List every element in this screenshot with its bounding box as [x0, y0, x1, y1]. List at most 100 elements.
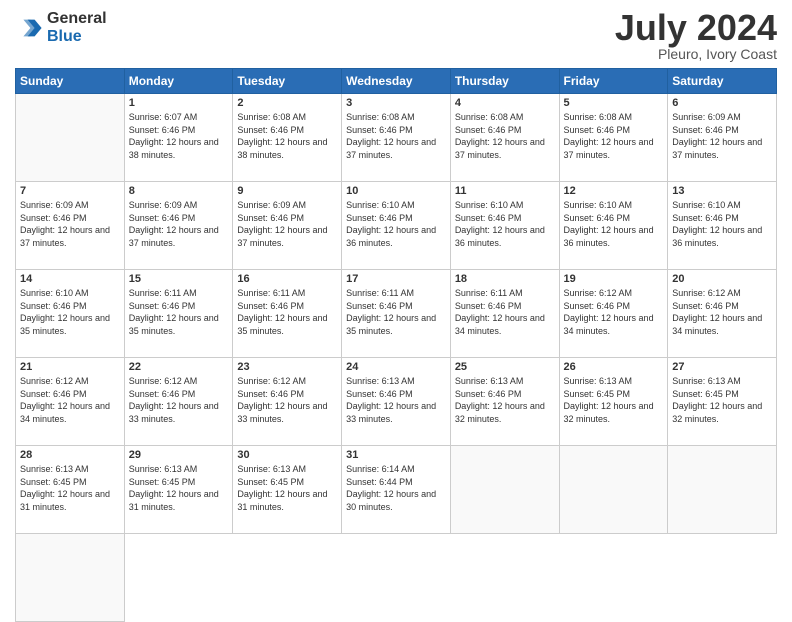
day-info: Sunrise: 6:13 AM Sunset: 6:46 PM Dayligh… [346, 375, 446, 425]
day-info: Sunrise: 6:08 AM Sunset: 6:46 PM Dayligh… [346, 111, 446, 161]
day-number: 27 [672, 361, 772, 373]
sunset-label: Sunset: 6:46 PM [20, 301, 87, 311]
sunset-label: Sunset: 6:46 PM [346, 125, 413, 135]
day-number: 7 [20, 185, 120, 197]
day-number: 14 [20, 273, 120, 285]
table-row: 14 Sunrise: 6:10 AM Sunset: 6:46 PM Dayl… [16, 270, 125, 358]
daylight-label: Daylight: 12 hours and 33 minutes. [346, 401, 436, 424]
sunset-label: Sunset: 6:46 PM [346, 389, 413, 399]
sunrise-label: Sunrise: 6:13 AM [237, 464, 306, 474]
sunset-label: Sunset: 6:46 PM [237, 125, 304, 135]
daylight-label: Daylight: 12 hours and 37 minutes. [129, 225, 219, 248]
table-row: 31 Sunrise: 6:14 AM Sunset: 6:44 PM Dayl… [342, 446, 451, 534]
sunset-label: Sunset: 6:46 PM [564, 301, 631, 311]
day-info: Sunrise: 6:13 AM Sunset: 6:45 PM Dayligh… [672, 375, 772, 425]
daylight-label: Daylight: 12 hours and 31 minutes. [237, 489, 327, 512]
day-number: 23 [237, 361, 337, 373]
day-info: Sunrise: 6:11 AM Sunset: 6:46 PM Dayligh… [455, 287, 555, 337]
sunset-label: Sunset: 6:45 PM [237, 477, 304, 487]
sunset-label: Sunset: 6:45 PM [564, 389, 631, 399]
day-info: Sunrise: 6:13 AM Sunset: 6:45 PM Dayligh… [237, 463, 337, 513]
header-friday: Friday [559, 69, 668, 94]
day-number: 20 [672, 273, 772, 285]
daylight-label: Daylight: 12 hours and 37 minutes. [20, 225, 110, 248]
day-info: Sunrise: 6:11 AM Sunset: 6:46 PM Dayligh… [237, 287, 337, 337]
table-row: 15 Sunrise: 6:11 AM Sunset: 6:46 PM Dayl… [124, 270, 233, 358]
weekday-header-row: Sunday Monday Tuesday Wednesday Thursday… [16, 69, 777, 94]
title-location: Pleuro, Ivory Coast [615, 46, 777, 62]
day-info: Sunrise: 6:09 AM Sunset: 6:46 PM Dayligh… [20, 199, 120, 249]
calendar-row [16, 534, 777, 622]
header-sunday: Sunday [16, 69, 125, 94]
calendar-table: Sunday Monday Tuesday Wednesday Thursday… [15, 68, 777, 622]
day-info: Sunrise: 6:12 AM Sunset: 6:46 PM Dayligh… [129, 375, 229, 425]
daylight-label: Daylight: 12 hours and 37 minutes. [237, 225, 327, 248]
table-row: 16 Sunrise: 6:11 AM Sunset: 6:46 PM Dayl… [233, 270, 342, 358]
table-row: 1 Sunrise: 6:07 AM Sunset: 6:46 PM Dayli… [124, 94, 233, 182]
sunrise-label: Sunrise: 6:11 AM [346, 288, 414, 298]
sunset-label: Sunset: 6:46 PM [455, 389, 522, 399]
table-row: 21 Sunrise: 6:12 AM Sunset: 6:46 PM Dayl… [16, 358, 125, 446]
daylight-label: Daylight: 12 hours and 34 minutes. [672, 313, 762, 336]
sunrise-label: Sunrise: 6:10 AM [346, 200, 415, 210]
day-number: 19 [564, 273, 664, 285]
day-info: Sunrise: 6:13 AM Sunset: 6:45 PM Dayligh… [564, 375, 664, 425]
table-row: 12 Sunrise: 6:10 AM Sunset: 6:46 PM Dayl… [559, 182, 668, 270]
sunset-label: Sunset: 6:46 PM [346, 213, 413, 223]
daylight-label: Daylight: 12 hours and 35 minutes. [346, 313, 436, 336]
header-tuesday: Tuesday [233, 69, 342, 94]
sunrise-label: Sunrise: 6:09 AM [672, 112, 741, 122]
daylight-label: Daylight: 12 hours and 36 minutes. [564, 225, 654, 248]
day-info: Sunrise: 6:08 AM Sunset: 6:46 PM Dayligh… [237, 111, 337, 161]
day-info: Sunrise: 6:12 AM Sunset: 6:46 PM Dayligh… [672, 287, 772, 337]
daylight-label: Daylight: 12 hours and 37 minutes. [564, 137, 654, 160]
daylight-label: Daylight: 12 hours and 33 minutes. [129, 401, 219, 424]
sunrise-label: Sunrise: 6:11 AM [129, 288, 197, 298]
day-number: 13 [672, 185, 772, 197]
day-info: Sunrise: 6:13 AM Sunset: 6:46 PM Dayligh… [455, 375, 555, 425]
table-row: 25 Sunrise: 6:13 AM Sunset: 6:46 PM Dayl… [450, 358, 559, 446]
calendar-row: 7 Sunrise: 6:09 AM Sunset: 6:46 PM Dayli… [16, 182, 777, 270]
sunrise-label: Sunrise: 6:13 AM [346, 376, 415, 386]
day-number: 8 [129, 185, 229, 197]
day-number: 24 [346, 361, 446, 373]
table-row: 28 Sunrise: 6:13 AM Sunset: 6:45 PM Dayl… [16, 446, 125, 534]
sunrise-label: Sunrise: 6:10 AM [672, 200, 741, 210]
table-row: 11 Sunrise: 6:10 AM Sunset: 6:46 PM Dayl… [450, 182, 559, 270]
title-month: July 2024 [615, 10, 777, 46]
day-number: 30 [237, 449, 337, 461]
day-number: 26 [564, 361, 664, 373]
daylight-label: Daylight: 12 hours and 34 minutes. [455, 313, 545, 336]
sunset-label: Sunset: 6:46 PM [237, 301, 304, 311]
day-info: Sunrise: 6:12 AM Sunset: 6:46 PM Dayligh… [564, 287, 664, 337]
sunrise-label: Sunrise: 6:12 AM [237, 376, 306, 386]
sunset-label: Sunset: 6:46 PM [20, 389, 87, 399]
daylight-label: Daylight: 12 hours and 35 minutes. [129, 313, 219, 336]
sunset-label: Sunset: 6:46 PM [455, 213, 522, 223]
day-number: 31 [346, 449, 446, 461]
daylight-label: Daylight: 12 hours and 32 minutes. [672, 401, 762, 424]
daylight-label: Daylight: 12 hours and 36 minutes. [346, 225, 436, 248]
sunrise-label: Sunrise: 6:08 AM [455, 112, 524, 122]
sunset-label: Sunset: 6:46 PM [346, 301, 413, 311]
day-number: 29 [129, 449, 229, 461]
sunset-label: Sunset: 6:46 PM [672, 213, 739, 223]
sunset-label: Sunset: 6:46 PM [129, 125, 196, 135]
day-info: Sunrise: 6:10 AM Sunset: 6:46 PM Dayligh… [346, 199, 446, 249]
sunrise-label: Sunrise: 6:09 AM [20, 200, 89, 210]
sunrise-label: Sunrise: 6:12 AM [672, 288, 741, 298]
sunset-label: Sunset: 6:46 PM [237, 213, 304, 223]
day-info: Sunrise: 6:10 AM Sunset: 6:46 PM Dayligh… [455, 199, 555, 249]
table-row: 8 Sunrise: 6:09 AM Sunset: 6:46 PM Dayli… [124, 182, 233, 270]
daylight-label: Daylight: 12 hours and 35 minutes. [20, 313, 110, 336]
sunrise-label: Sunrise: 6:12 AM [564, 288, 633, 298]
sunset-label: Sunset: 6:46 PM [129, 389, 196, 399]
sunrise-label: Sunrise: 6:13 AM [20, 464, 89, 474]
sunset-label: Sunset: 6:46 PM [455, 125, 522, 135]
table-row: 10 Sunrise: 6:10 AM Sunset: 6:46 PM Dayl… [342, 182, 451, 270]
daylight-label: Daylight: 12 hours and 34 minutes. [564, 313, 654, 336]
daylight-label: Daylight: 12 hours and 32 minutes. [455, 401, 545, 424]
table-row: 3 Sunrise: 6:08 AM Sunset: 6:46 PM Dayli… [342, 94, 451, 182]
sunset-label: Sunset: 6:46 PM [672, 125, 739, 135]
sunrise-label: Sunrise: 6:12 AM [20, 376, 89, 386]
